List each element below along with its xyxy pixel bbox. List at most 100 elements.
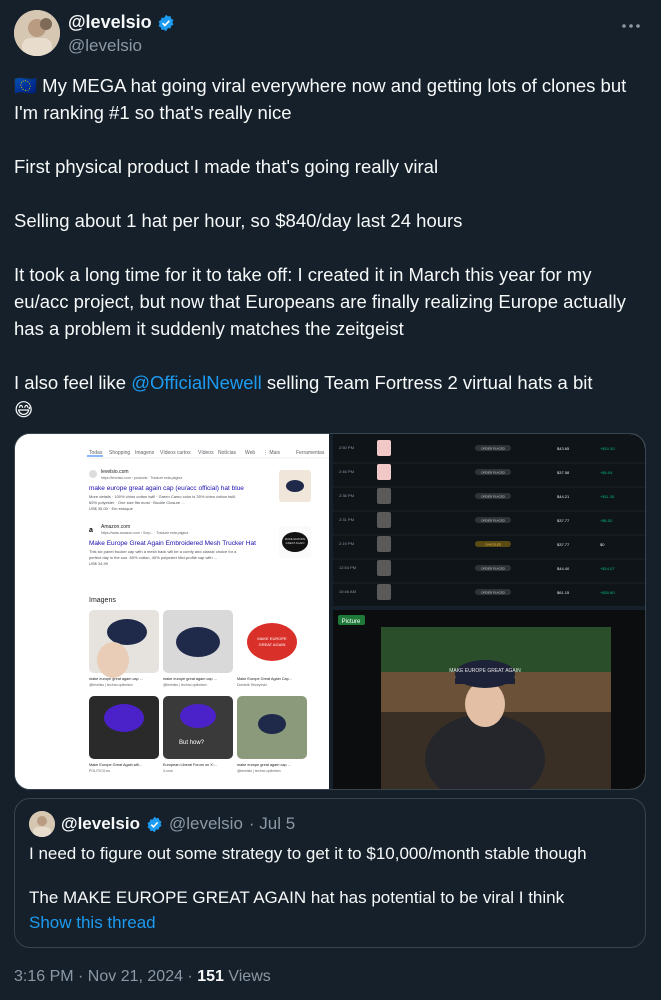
image-caption: European Liberal Forum on X:... [163, 763, 217, 767]
image-source: @levelsio | techno optimism [237, 769, 281, 773]
author-name[interactable]: @levelsio [68, 12, 175, 33]
image-caption: make europe great agam cap ... [163, 677, 217, 681]
order-time: 2:46 PM [339, 469, 354, 474]
order-amount: $37.77 [557, 542, 570, 547]
order-thumbnail [377, 488, 391, 504]
result-price: US$ 34,99 [89, 561, 109, 566]
tweet-text-segment: I also feel like [14, 372, 132, 393]
search-tab: Ferramentas [296, 450, 325, 456]
order-delta: $0 [600, 542, 605, 547]
order-delta: +$10.30 [600, 446, 615, 451]
svg-text:MAKE EUROPE: MAKE EUROPE [257, 636, 287, 641]
quote-avatar[interactable] [29, 811, 55, 837]
result-desc: More details · 100% chino cotton twill ·… [89, 494, 236, 499]
order-delta: +$14.07 [600, 566, 615, 571]
meme-caption: But how? [179, 740, 205, 746]
tweet-text: 🇪🇺 My MEGA hat going viral everywhere no… [14, 72, 646, 423]
order-status: CANCELED [485, 543, 502, 547]
order-amount: $44.40 [557, 566, 570, 571]
search-tab: Shopping [109, 450, 130, 456]
search-tab: Vídeos curtos [160, 450, 191, 456]
show-thread-link[interactable]: Show this thread [29, 913, 156, 933]
quote-line: The MAKE EUROPE GREAT AGAIN hat has pote… [29, 888, 565, 907]
cap-text: MAKE EUROPE GREAT AGAIN [449, 668, 521, 674]
tweet-line [14, 342, 646, 369]
order-status: ORDER PLACED [481, 519, 506, 523]
author-avatar[interactable] [14, 10, 60, 56]
order-status: ORDER PLACED [481, 471, 506, 475]
order-thumbnail [377, 560, 391, 576]
order-amount: $44.21 [557, 494, 570, 499]
image-caption: Make Europe Great Again will... [89, 763, 142, 767]
tweet-line [14, 126, 646, 153]
author-handle[interactable]: @levelsio [68, 36, 142, 56]
tweet-line: It took a long time for it to take off: … [14, 264, 626, 339]
search-tab: Todas [89, 450, 103, 456]
order-amount: $37.77 [557, 518, 570, 523]
order-time: 2:36 PM [339, 493, 354, 498]
result-price: US$ 35,00 · Em estoque [89, 506, 134, 511]
tweet-line: Selling about 1 hat per hour, so $840/da… [14, 210, 463, 231]
search-tab: Notícias [218, 450, 237, 456]
quoted-tweet[interactable]: @levelsio @levelsio · Jul 5 I need to fi… [14, 798, 646, 948]
image-caption: make europe great agam cap ... [237, 763, 291, 767]
image-source: POLITICO.eu [89, 769, 110, 773]
order-thumbnail [377, 464, 391, 480]
search-tab: ⋮ Mais [263, 450, 280, 456]
order-thumbnail [377, 536, 391, 552]
amazon-logo-icon: a [89, 527, 93, 534]
quote-text: I need to figure out some strategy to ge… [29, 843, 629, 909]
image-caption: Make Europe Great Again Cap... [237, 677, 292, 681]
quote-header: @levelsio @levelsio · Jul 5 [29, 811, 295, 837]
quote-date[interactable]: · Jul 5 [249, 814, 295, 834]
tweet-timestamp[interactable]: 3:16 PM · Nov 21, 2024 · [14, 968, 197, 985]
order-thumbnail [377, 512, 391, 528]
sweat-smile-emoji: 😅 [14, 399, 34, 420]
order-amount: $61.15 [557, 590, 570, 595]
image-source: Dominik Teiczyński [237, 683, 267, 687]
mention-link[interactable]: @OfficialNewell [131, 372, 262, 393]
more-dots-icon[interactable] [621, 16, 641, 42]
quote-line: I need to figure out some strategy to ge… [29, 844, 587, 863]
images-heading: Imagens [89, 597, 116, 604]
media-grid[interactable]: Todas Shopping Imagens Vídeos curtos Víd… [14, 433, 646, 790]
image-caption: make europe great agam cap ... [89, 677, 143, 681]
svg-text:GREAT AGAIN: GREAT AGAIN [286, 541, 305, 545]
verified-badge-icon [158, 14, 174, 31]
order-thumbnail [377, 584, 391, 600]
search-tab: Web [245, 450, 255, 456]
order-thumbnail [377, 440, 391, 456]
result-desc: 65% polyester · One size fits most · Buc… [89, 500, 185, 505]
tweet-text-segment: selling Team Fortress 2 virtual hats a b… [261, 372, 593, 393]
result-title-link[interactable]: make europe great again cap (eu/acc offi… [89, 485, 244, 492]
order-delta: +$4.04 [600, 470, 613, 475]
tweet-line [14, 180, 646, 207]
quote-line-blank [29, 865, 629, 887]
author-name-text[interactable]: @levelsio [68, 12, 152, 33]
order-delta: +$6.52 [600, 518, 613, 523]
result-url: https://www.amazon.com › Sorp... · Tradu… [101, 531, 188, 535]
search-tab: Vídeos [198, 450, 214, 456]
image-source: @levelsio | techno optimism [89, 683, 133, 687]
search-tab: Imagens [135, 450, 155, 456]
result-desc: This six panel trucker cap with a mesh b… [89, 549, 237, 554]
result-site: Amazon.com [101, 524, 130, 530]
tweet-footer: 3:16 PM · Nov 21, 2024 · 151 Views [14, 968, 271, 986]
result-desc: perfect day in the sun. 80% cotton, 40% … [89, 555, 217, 560]
order-status: ORDER PLACED [481, 591, 506, 595]
result-url: https://levelsio.com › products · Traduz… [101, 476, 182, 480]
order-status: ORDER PLACED [481, 567, 506, 571]
image-source: X.com [163, 769, 173, 773]
tweet-line [14, 234, 646, 261]
order-delta: +$30.80 [600, 590, 615, 595]
picture-label: Picture [342, 619, 361, 625]
tweet-line: First physical product I made that's goi… [14, 156, 439, 177]
order-time: 2:50 PM [339, 445, 354, 450]
image-source: @levelsio | techno optimism [163, 683, 207, 687]
order-status: ORDER PLACED [481, 447, 506, 451]
views-count[interactable]: 151 [197, 968, 224, 985]
result-title-link[interactable]: Make Europe Great Again Embroidered Mesh… [89, 540, 256, 547]
quote-author-handle[interactable]: @levelsio [169, 814, 243, 834]
result-site: levelsio.com [101, 469, 129, 475]
quote-author-name[interactable]: @levelsio [61, 814, 140, 834]
